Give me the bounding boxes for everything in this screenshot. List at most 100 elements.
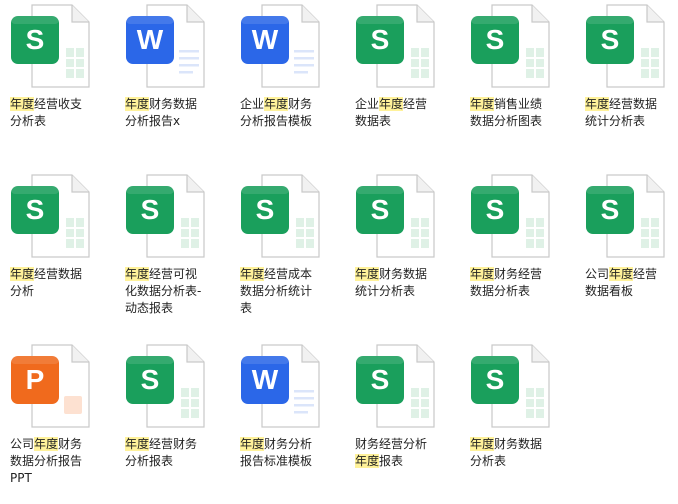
file-item[interactable]: S 年度财务数据 统计分析表: [355, 174, 467, 334]
file-name-text: 统计分析表: [355, 284, 416, 298]
file-item[interactable]: P 公司年度财务 数据分析报告 PPT: [10, 344, 122, 504]
file-item[interactable]: S 年度销售业绩 数据分析图表: [470, 4, 582, 164]
svg-text:S: S: [141, 194, 160, 225]
search-match-highlight: 年度: [264, 97, 289, 111]
search-match-highlight: 年度: [10, 267, 35, 281]
file-name-text: 公司: [585, 267, 610, 281]
file-name-text: 数据表: [355, 114, 392, 128]
file-item[interactable]: S 财务经营分析 年度报表: [355, 344, 467, 504]
file-name-line: 年度经营收支: [10, 96, 122, 113]
file-item[interactable]: W 企业年度财务 分析报告模板: [240, 4, 352, 164]
spreadsheet-file-icon: S: [240, 174, 330, 260]
file-name-text: 数据分析统计: [240, 284, 313, 298]
file-name-line: 年度经营成本: [240, 266, 352, 283]
svg-text:S: S: [371, 194, 390, 225]
file-item[interactable]: S 年度经营可视 化数据分析表- 动态报表: [125, 174, 237, 334]
file-item[interactable]: S 企业年度经营 数据表: [355, 4, 467, 164]
file-name-line: 分析报告x: [125, 113, 237, 130]
search-match-highlight: 年度: [125, 267, 150, 281]
file-item[interactable]: S 年度经营数据 分析: [10, 174, 122, 334]
file-name-line: 年度财务分析: [240, 436, 352, 453]
file-name-text: PPT: [10, 471, 32, 485]
file-name-text: 化数据分析表-: [125, 284, 202, 298]
file-name-text: 经营财务: [149, 437, 198, 451]
spreadsheet-file-icon: S: [125, 174, 215, 260]
file-name-line: 数据分析表: [470, 283, 582, 300]
file-name-line: 年度财务数据: [125, 96, 237, 113]
file-item[interactable]: S 年度财务经营 数据分析表: [470, 174, 582, 334]
file-item[interactable]: S 年度财务数据 分析表: [470, 344, 582, 504]
file-item[interactable]: S 年度经营数据 统计分析表: [585, 4, 678, 164]
search-match-highlight: 年度: [240, 267, 265, 281]
file-name-line: PPT: [10, 470, 122, 487]
file-name-line: 表: [240, 300, 352, 317]
file-name-line: 年度财务数据: [355, 266, 467, 283]
search-match-highlight: 年度: [470, 437, 495, 451]
search-match-highlight: 年度: [355, 267, 380, 281]
file-name-line: 公司年度财务: [10, 436, 122, 453]
file-name-line: 年度经营可视: [125, 266, 237, 283]
file-name-line: 分析表: [10, 113, 122, 130]
svg-text:S: S: [601, 194, 620, 225]
svg-text:S: S: [371, 24, 390, 55]
file-name-text: 报表: [379, 454, 404, 468]
spreadsheet-file-icon: S: [10, 174, 100, 260]
file-name: 公司年度经营 数据看板: [585, 266, 678, 300]
svg-text:S: S: [486, 364, 505, 395]
file-item[interactable]: S 年度经营财务 分析报表: [125, 344, 237, 504]
file-name-text: 数据分析报告: [10, 454, 83, 468]
file-name: 企业年度经营 数据表: [355, 96, 467, 130]
svg-text:S: S: [26, 24, 45, 55]
file-name-text: 分析报表: [125, 454, 174, 468]
file-name-line: 年度财务经营: [470, 266, 582, 283]
search-match-highlight: 年度: [240, 437, 265, 451]
file-item[interactable]: S 年度经营收支 分析表: [10, 4, 122, 164]
file-name-line: 报告标准模板: [240, 453, 352, 470]
file-name-text: 经营数据: [609, 97, 658, 111]
file-name: 财务经营分析 年度报表: [355, 436, 467, 470]
file-name: 年度财务数据 分析表: [470, 436, 582, 470]
file-name-text: 经营可视: [149, 267, 198, 281]
file-name-text: 报告标准模板: [240, 454, 313, 468]
file-name-text: 财务经营: [494, 267, 543, 281]
search-match-highlight: 年度: [470, 97, 495, 111]
spreadsheet-file-icon: S: [355, 344, 445, 430]
file-name: 年度销售业绩 数据分析图表: [470, 96, 582, 130]
svg-text:S: S: [26, 194, 45, 225]
svg-text:W: W: [137, 24, 164, 55]
file-name-text: 分析报告模板: [240, 114, 313, 128]
file-item[interactable]: W 年度财务数据 分析报告x: [125, 4, 237, 164]
file-name: 年度经营成本 数据分析统计表: [240, 266, 352, 317]
svg-text:S: S: [256, 194, 275, 225]
file-grid: S 年度经营收支 分析表 W 年度财务数据 分析报告x W 企业年度财务 分析报告模板 S 企业年度…: [0, 0, 678, 496]
file-name-line: 年度经营财务: [125, 436, 237, 453]
file-name-line: 分析表: [470, 453, 582, 470]
svg-text:W: W: [252, 364, 279, 395]
file-name: 年度经营可视 化数据分析表- 动态报表: [125, 266, 237, 317]
spreadsheet-file-icon: S: [10, 4, 100, 90]
svg-text:S: S: [601, 24, 620, 55]
file-name-text: 企业: [240, 97, 265, 111]
file-item[interactable]: W 年度财务分析 报告标准模板: [240, 344, 352, 504]
file-item[interactable]: S 年度经营成本 数据分析统计表: [240, 174, 352, 334]
file-name-line: 年度经营数据: [585, 96, 678, 113]
file-name-line: 年度经营数据: [10, 266, 122, 283]
file-name: 企业年度财务 分析报告模板: [240, 96, 352, 130]
file-name-line: 统计分析表: [355, 283, 467, 300]
file-name-text: 财务数据: [149, 97, 198, 111]
search-match-highlight: 年度: [355, 454, 380, 468]
search-match-highlight: 年度: [379, 97, 404, 111]
file-name-text: 分析表: [470, 454, 507, 468]
search-match-highlight: 年度: [585, 97, 610, 111]
file-name: 年度财务分析 报告标准模板: [240, 436, 352, 470]
powerpoint-file-icon: P: [10, 344, 100, 430]
search-match-highlight: 年度: [125, 437, 150, 451]
file-name-text: 数据分析表: [470, 284, 531, 298]
file-name: 年度经营财务 分析报表: [125, 436, 237, 470]
file-name-line: 数据看板: [585, 283, 678, 300]
file-name-text: 经营: [633, 267, 658, 281]
svg-text:S: S: [141, 364, 160, 395]
file-item[interactable]: S 公司年度经营 数据看板: [585, 174, 678, 334]
file-name-line: 财务经营分析: [355, 436, 467, 453]
file-name: 年度财务数据 统计分析表: [355, 266, 467, 300]
